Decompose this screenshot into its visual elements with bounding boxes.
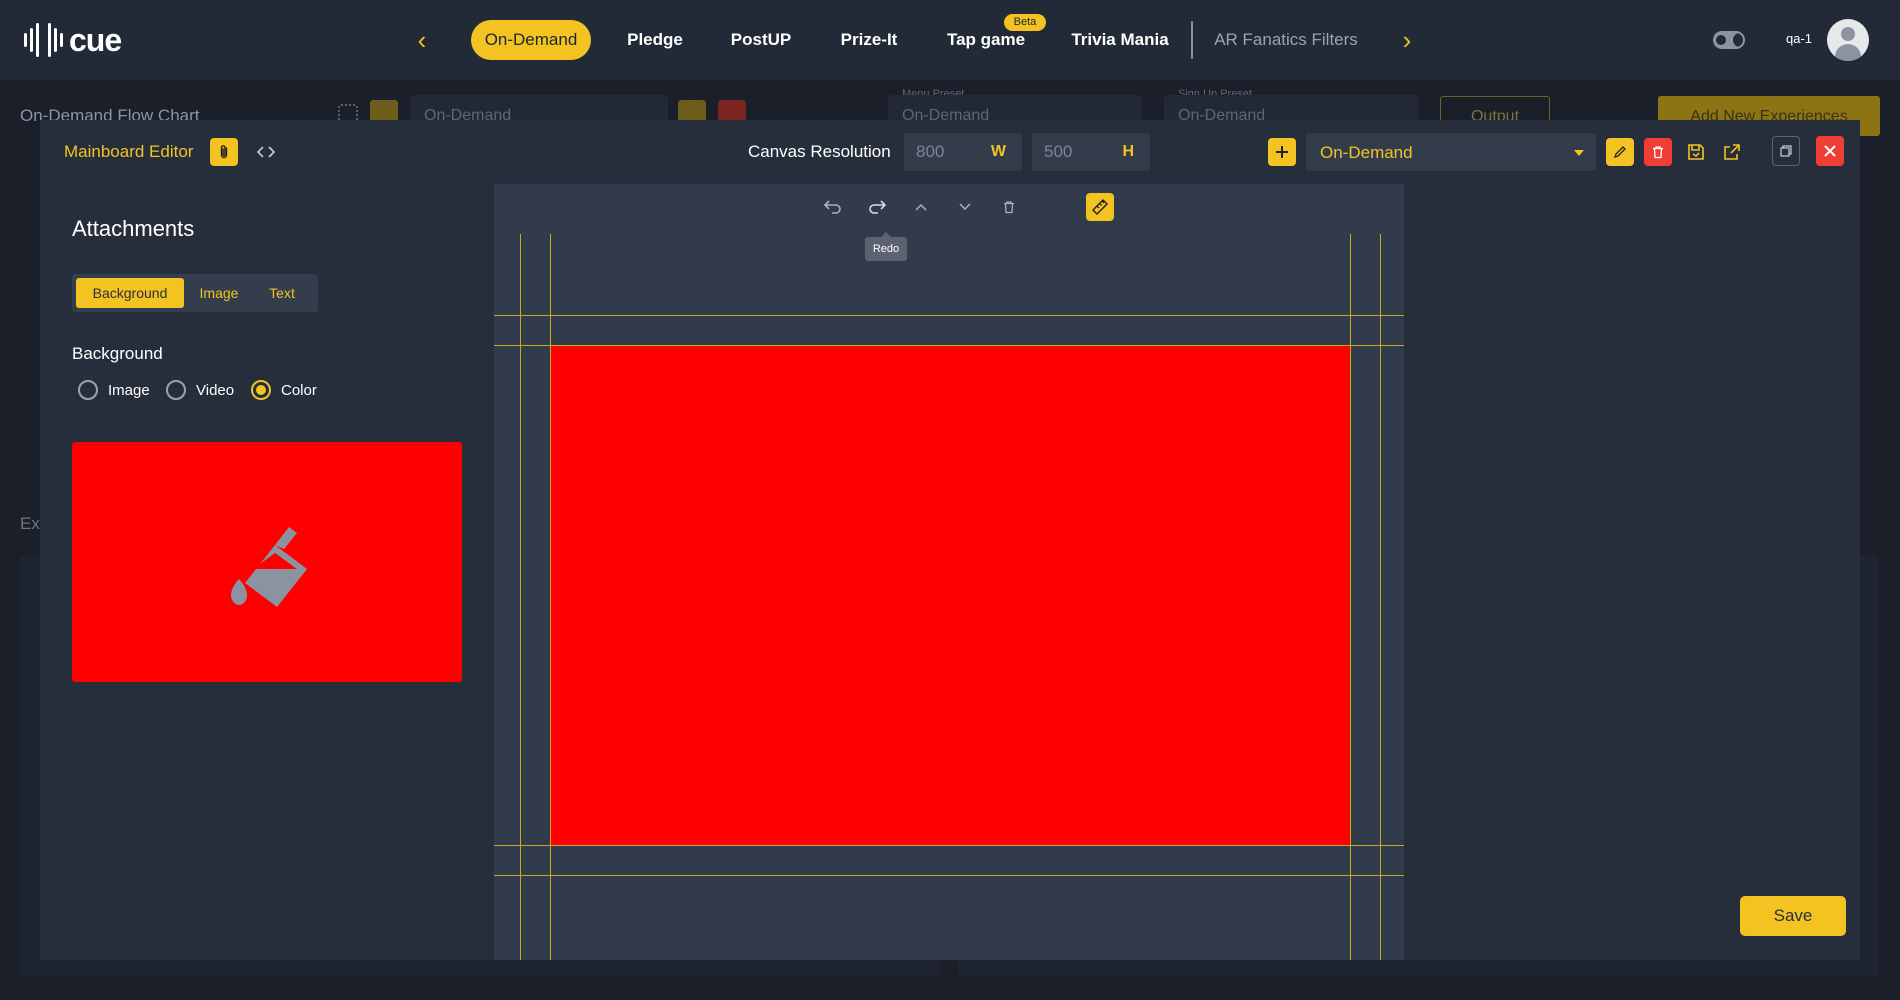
share-button[interactable] <box>1718 138 1746 166</box>
tab-on-demand[interactable]: On-Demand <box>471 20 591 60</box>
chevron-up-icon <box>915 203 927 211</box>
radio-image[interactable]: Image <box>78 380 150 400</box>
guide-line-horizontal[interactable] <box>494 845 1404 846</box>
close-icon <box>1824 145 1836 157</box>
guide-line-horizontal[interactable] <box>494 345 1404 346</box>
mainboard-editor-modal: Mainboard Editor Canvas Resolution W H O… <box>40 120 1860 960</box>
delete-element-button[interactable] <box>996 194 1022 220</box>
guide-line-vertical[interactable] <box>1380 234 1381 960</box>
tab-trivia-mania[interactable]: Trivia Mania <box>1066 20 1174 60</box>
avatar[interactable] <box>1827 19 1869 61</box>
move-up-button[interactable] <box>908 194 934 220</box>
move-down-button[interactable] <box>952 194 978 220</box>
radio-video-label: Video <box>196 381 235 399</box>
minimize-button[interactable] <box>1772 136 1800 166</box>
tab-pledge[interactable]: Pledge <box>615 20 695 60</box>
add-preset-button[interactable] <box>1268 138 1296 166</box>
chevron-down-icon <box>1574 150 1584 156</box>
redo-tooltip: Redo <box>865 232 907 261</box>
tab-postup[interactable]: PostUP <box>721 20 801 60</box>
delete-preset-button[interactable] <box>1644 138 1672 166</box>
radio-color[interactable]: Color <box>251 380 317 400</box>
background-color-preview[interactable] <box>72 442 462 682</box>
username: qa-1 <box>1786 31 1813 46</box>
attachment-type-tabs: Background Image Text <box>72 274 318 312</box>
edit-preset-button[interactable] <box>1606 138 1634 166</box>
nav-next-arrow-icon[interactable]: › <box>1393 26 1421 54</box>
pencil-icon <box>1613 146 1626 159</box>
width-unit: W <box>990 143 1006 160</box>
undo-button[interactable] <box>820 194 846 220</box>
tab-background[interactable]: Background <box>76 278 184 308</box>
redo-icon <box>869 200 886 214</box>
guide-line-vertical[interactable] <box>550 234 551 960</box>
paperclip-icon <box>220 145 228 159</box>
radio-video-circle[interactable] <box>166 380 186 400</box>
preset-select-value: On-Demand <box>1320 143 1413 162</box>
radio-image-circle[interactable] <box>78 380 98 400</box>
canvas-background[interactable] <box>550 345 1350 845</box>
close-button[interactable] <box>1816 136 1844 166</box>
guide-line-vertical[interactable] <box>520 234 521 960</box>
height-field: H <box>1032 133 1150 171</box>
canvas-area: Redo <box>494 184 1404 960</box>
trash-icon <box>1004 201 1014 214</box>
save-file-icon <box>1688 144 1704 160</box>
nav-prev-arrow-icon[interactable]: ‹ <box>408 26 436 54</box>
radio-color-label: Color <box>281 381 317 399</box>
share-icon <box>1724 144 1740 160</box>
paint-bucket-icon <box>231 527 307 607</box>
width-field: W <box>904 133 1022 171</box>
theme-toggle[interactable] <box>1713 31 1745 49</box>
waveform-icon <box>24 23 63 57</box>
top-navigation: cue ‹ On-Demand Pledge PostUP Prize-It T… <box>0 0 1900 80</box>
code-view-button[interactable] <box>252 138 280 166</box>
tab-text[interactable]: Text <box>254 278 310 308</box>
ruler-toggle-button[interactable] <box>1086 193 1114 221</box>
tab-prize-it[interactable]: Prize-It <box>827 20 911 60</box>
beta-badge: Beta <box>1004 14 1046 31</box>
height-input[interactable] <box>1044 142 1104 162</box>
radio-image-label: Image <box>108 381 150 399</box>
nav-divider <box>1191 21 1193 59</box>
radio-video[interactable]: Video <box>166 380 234 400</box>
trash-icon <box>1653 146 1663 159</box>
save-preset-button[interactable] <box>1682 138 1710 166</box>
cue-logo[interactable]: cue <box>24 20 122 60</box>
chevron-down-icon <box>959 203 971 211</box>
window-restore-icon <box>1780 145 1792 157</box>
logo-text: cue <box>69 21 122 58</box>
code-icon <box>257 146 275 158</box>
modal-title: Mainboard Editor <box>64 142 194 161</box>
height-unit: H <box>1122 143 1134 160</box>
undo-icon <box>824 200 841 214</box>
guide-line-horizontal[interactable] <box>494 875 1404 876</box>
guide-line-horizontal[interactable] <box>494 315 1404 316</box>
background-label: Background <box>72 344 163 363</box>
plus-icon <box>1276 146 1288 158</box>
canvas-resolution-label: Canvas Resolution <box>748 142 891 161</box>
save-button[interactable]: Save <box>1740 896 1846 936</box>
width-input[interactable] <box>916 142 976 162</box>
preset-select[interactable]: On-Demand <box>1306 133 1596 171</box>
ruler-icon <box>1092 199 1108 215</box>
radio-color-circle[interactable] <box>251 380 271 400</box>
tab-ar-fanatics-filters[interactable]: AR Fanatics Filters <box>1210 20 1362 60</box>
redo-button[interactable] <box>864 194 890 220</box>
attachments-heading: Attachments <box>72 216 195 241</box>
attachment-button[interactable] <box>210 138 238 166</box>
tab-image[interactable]: Image <box>188 278 250 308</box>
guide-line-vertical[interactable] <box>1350 234 1351 960</box>
